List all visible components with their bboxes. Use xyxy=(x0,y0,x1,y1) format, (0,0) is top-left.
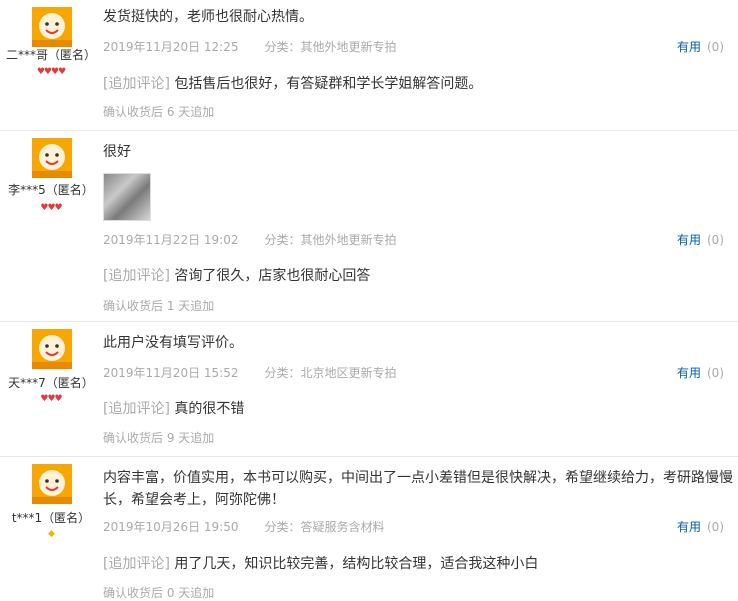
useful-button[interactable]: 有用 (0) xyxy=(677,231,724,248)
append-tag: [追加评论] xyxy=(103,76,170,92)
user-level-diamond-icon: ◆ xyxy=(48,529,55,539)
useful-label[interactable]: 有用 xyxy=(677,520,701,534)
review-category: 分类：其他外地更新专拍 xyxy=(264,40,397,54)
review-category: 分类：北京地区更新专拍 xyxy=(264,366,397,380)
append-text: 真的很不错 xyxy=(174,401,245,417)
useful-label[interactable]: 有用 xyxy=(677,366,701,380)
user-level-hearts-icon: ♥♥♥ xyxy=(40,394,62,404)
useful-button[interactable]: 有用 (0) xyxy=(677,518,724,535)
append-text: 咨询了很久，店家也很耐心回答 xyxy=(174,268,371,284)
review-meta: 2019年11月20日 15:52 分类：北京地区更新专拍 xyxy=(103,364,397,381)
user-avatar-icon[interactable] xyxy=(32,7,72,47)
review-meta: 2019年10月26日 19:50 分类：答疑服务含材料 xyxy=(103,518,385,535)
append-text: 包括售后也很好，有答疑群和学长学姐解答问题。 xyxy=(174,76,483,92)
append-meta: 确认收货后 6 天追加 xyxy=(103,105,215,119)
append-comment: [追加评论] 用了几天，知识比较完善，结构比较合理，适合我这种小白 xyxy=(103,553,538,573)
review-category: 分类：其他外地更新专拍 xyxy=(264,233,397,247)
useful-count: (0) xyxy=(707,40,724,54)
useful-label[interactable]: 有用 xyxy=(677,233,701,247)
useful-count: (0) xyxy=(707,233,724,247)
append-comment: [追加评论] 咨询了很久，店家也很耐心回答 xyxy=(103,265,370,285)
useful-label[interactable]: 有用 xyxy=(677,40,701,54)
review-image-thumbnail[interactable] xyxy=(103,173,151,221)
review-text: 此用户没有填写评价。 xyxy=(103,335,243,351)
user-level-hearts-icon: ♥♥♥ xyxy=(40,203,62,213)
review-date: 2019年11月20日 12:25 xyxy=(103,40,239,54)
useful-count: (0) xyxy=(707,520,724,534)
review-text-line: 内容丰富，价值实用，本书可以购买，中间出了一点小差错但是很快解决，希望继续给力，… xyxy=(103,470,733,486)
append-tag: [追加评论] xyxy=(103,268,170,284)
review-item: 李***5（匿名） ♥♥♥ 很好 2019年11月22日 19:02 分类：其他外… xyxy=(0,131,738,322)
append-tag: [追加评论] xyxy=(103,556,170,572)
review-date: 2019年11月20日 15:52 xyxy=(103,366,239,380)
review-meta: 2019年11月22日 19:02 分类：其他外地更新专拍 xyxy=(103,231,397,248)
review-item: 二***哥（匿名） ♥♥♥♥ 发货挺快的，老师也很耐心热情。 2019年11月2… xyxy=(0,0,738,131)
user-level-hearts-icon: ♥♥♥♥ xyxy=(36,67,66,77)
user-avatar-icon[interactable] xyxy=(32,464,72,504)
append-comment: [追加评论] 包括售后也很好，有答疑群和学长学姐解答问题。 xyxy=(103,73,482,93)
append-text: 用了几天，知识比较完善，结构比较合理，适合我这种小白 xyxy=(174,556,539,572)
user-name: t***1（匿名） xyxy=(11,511,91,525)
review-item: 天***7（匿名） ♥♥♥ 此用户没有填写评价。 2019年11月20日 15:… xyxy=(0,322,738,457)
review-category: 分类：答疑服务含材料 xyxy=(264,520,385,534)
user-avatar-icon[interactable] xyxy=(32,138,72,178)
user-name: 天***7（匿名） xyxy=(8,376,94,390)
useful-button[interactable]: 有用 (0) xyxy=(677,38,724,55)
append-comment: [追加评论] 真的很不错 xyxy=(103,398,244,418)
user-name: 二***哥（匿名） xyxy=(5,48,96,62)
user-name: 李***5（匿名） xyxy=(8,183,94,197)
review-date: 2019年11月22日 19:02 xyxy=(103,233,239,247)
useful-count: (0) xyxy=(707,366,724,380)
review-meta: 2019年11月20日 12:25 分类：其他外地更新专拍 xyxy=(103,38,397,55)
useful-button[interactable]: 有用 (0) xyxy=(677,364,724,381)
append-meta: 确认收货后 1 天追加 xyxy=(103,299,215,313)
review-date: 2019年10月26日 19:50 xyxy=(103,520,239,534)
append-meta: 确认收货后 9 天追加 xyxy=(103,431,215,445)
review-text: 发货挺快的，老师也很耐心热情。 xyxy=(103,9,313,25)
append-meta: 确认收货后 0 天追加 xyxy=(103,586,215,600)
user-avatar-icon[interactable] xyxy=(32,329,72,369)
append-tag: [追加评论] xyxy=(103,401,170,417)
review-text: 内容丰富，价值实用，本书可以购买，中间出了一点小差错但是很快解决，希望继续给力，… xyxy=(103,467,733,511)
review-text: 很好 xyxy=(103,144,131,160)
review-item: t***1（匿名） ◆ 内容丰富，价值实用，本书可以购买，中间出了一点小差错但是… xyxy=(0,457,738,600)
review-text-line: 长，希望会考上，阿弥陀佛！ xyxy=(103,492,285,508)
